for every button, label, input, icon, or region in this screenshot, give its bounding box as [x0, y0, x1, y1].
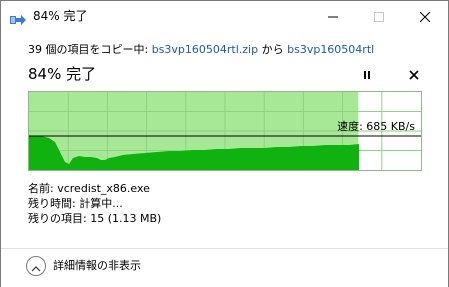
chevron-up-icon: [31, 257, 41, 276]
close-icon: [420, 11, 430, 22]
minimize-button[interactable]: [310, 1, 356, 32]
minimize-icon: [328, 12, 338, 22]
transfer-speed-graph: 速度: 685 KB/s: [28, 91, 422, 171]
maximize-icon: [374, 11, 384, 22]
pause-icon: [363, 65, 371, 84]
destination-link[interactable]: bs3vp160504rtl: [287, 43, 374, 56]
cancel-icon: [409, 65, 419, 84]
name-label: 名前:: [28, 182, 54, 195]
detail-items-remaining: 残りの項目: 15 (1.13 MB): [28, 212, 161, 226]
items-label: 残りの項目:: [28, 212, 87, 225]
copy-description: 39 個の項目をコピー中: bs3vp160504rtl.zip から bs3v…: [28, 43, 374, 57]
detail-name: 名前: vcredist_x86.exe: [28, 182, 150, 196]
time-value: 計算中...: [79, 197, 123, 210]
items-value: 15 (1.13 MB): [90, 212, 162, 225]
copy-middle: から: [258, 43, 288, 56]
maximize-button[interactable]: [356, 1, 402, 32]
title-bar[interactable]: 84% 完了: [1, 1, 448, 32]
window-title: 84% 完了: [33, 9, 88, 23]
collapse-details-label[interactable]: 詳細情報の非表示: [53, 259, 141, 273]
close-button[interactable]: [402, 1, 448, 32]
progress-status: 84% 完了: [28, 65, 97, 83]
name-value: vcredist_x86.exe: [57, 182, 150, 195]
copy-prefix: 39 個の項目をコピー中:: [28, 43, 152, 56]
pause-button[interactable]: [358, 65, 376, 83]
cancel-button[interactable]: [405, 65, 423, 83]
copy-arrow-icon: [10, 11, 26, 25]
copy-progress-window: 84% 完了 39 個の項目をコピー中: bs3vp160504rtl.zip …: [0, 0, 449, 287]
collapse-details-button[interactable]: [26, 256, 46, 276]
speed-readout: 速度: 685 KB/s: [337, 120, 415, 133]
time-label: 残り時間:: [28, 197, 76, 210]
detail-time-remaining: 残り時間: 計算中...: [28, 197, 123, 211]
source-link[interactable]: bs3vp160504rtl.zip: [152, 43, 258, 56]
